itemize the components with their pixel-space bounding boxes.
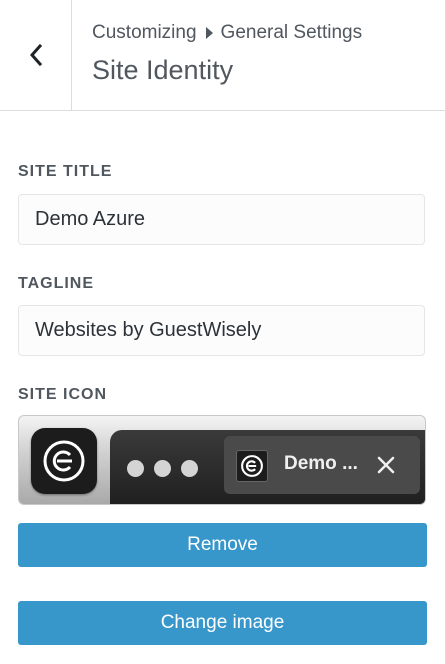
chevron-left-icon — [29, 44, 42, 66]
breadcrumb: Customizing General Settings — [92, 22, 362, 44]
tab-title: Demo ... — [284, 453, 358, 474]
site-title-input[interactable] — [18, 194, 425, 245]
close-icon — [377, 456, 395, 474]
page-title: Site Identity — [92, 55, 234, 85]
tagline-input[interactable] — [18, 305, 425, 356]
breadcrumb-current: General Settings — [220, 22, 363, 43]
site-title-label: SITE TITLE — [18, 163, 113, 180]
site-icon-label: SITE ICON — [18, 386, 108, 403]
window-dot-icon — [181, 460, 198, 477]
change-image-button[interactable]: Change image — [18, 601, 427, 645]
browser-tab-preview: Demo ... — [224, 436, 420, 494]
section-header: Customizing General Settings Site Identi… — [0, 0, 445, 111]
breadcrumb-parent: Customizing — [92, 22, 197, 43]
guestwisely-logo-icon — [43, 440, 85, 482]
caret-right-icon — [205, 27, 213, 39]
window-dot-icon — [127, 460, 144, 477]
tagline-label: TAGLINE — [18, 275, 95, 292]
app-icon-preview — [31, 428, 97, 494]
guestwisely-logo-icon — [241, 455, 263, 477]
window-dot-icon — [154, 460, 171, 477]
site-icon-preview: Demo ... — [18, 415, 426, 505]
favicon-preview — [236, 450, 268, 482]
back-button[interactable] — [0, 0, 72, 110]
browser-tab-bar-preview: Demo ... — [110, 430, 425, 504]
remove-button[interactable]: Remove — [18, 523, 427, 567]
